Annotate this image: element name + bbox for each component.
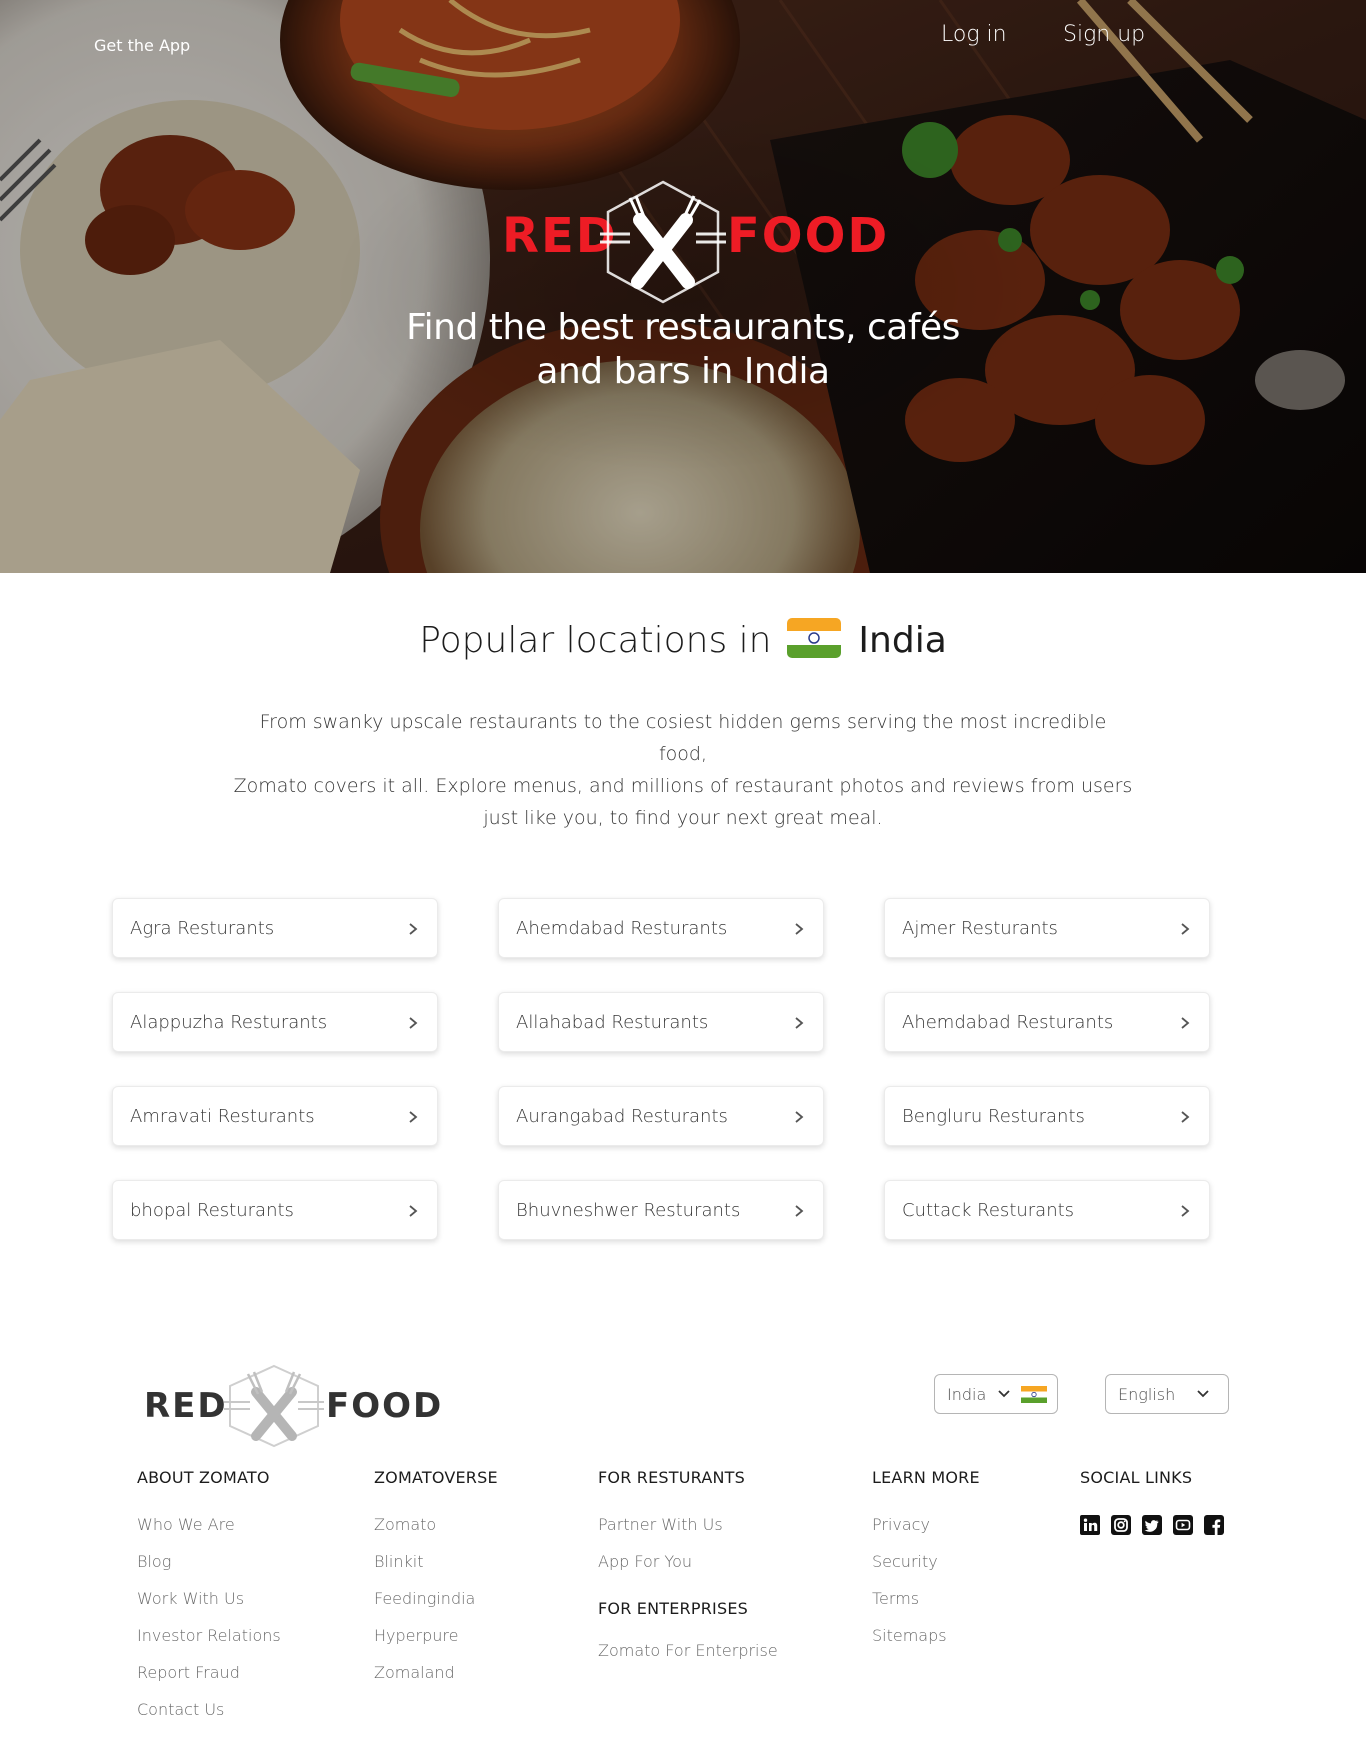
footer-link[interactable]: Investor Relations — [137, 1626, 281, 1663]
description-line-3: just like you, to find your next great m… — [483, 807, 883, 829]
footer-link[interactable]: Who We Are — [137, 1515, 281, 1552]
twitter-icon[interactable] — [1142, 1515, 1162, 1535]
popular-title-country: India — [858, 620, 947, 661]
footer-heading-restaurants: FOR RESTURANTS — [598, 1468, 745, 1487]
footer-link[interactable]: Report Fraud — [137, 1663, 281, 1700]
brand-logo: RED FOOD — [0, 178, 1366, 306]
country-select-value: India — [947, 1385, 987, 1404]
footer-heading-learn-more: LEARN MORE — [872, 1468, 980, 1487]
facebook-icon[interactable] — [1204, 1515, 1224, 1535]
location-card[interactable]: Ajmer Resturants — [884, 898, 1210, 958]
location-card[interactable]: Cuttack Resturants — [884, 1180, 1210, 1240]
footer-link[interactable]: Security — [872, 1552, 980, 1589]
location-label: Cuttack Resturants — [902, 1200, 1075, 1221]
location-card[interactable]: Agra Resturants — [112, 898, 438, 958]
footer-link[interactable]: Partner With Us — [598, 1515, 778, 1552]
country-select[interactable]: India — [934, 1374, 1058, 1414]
footer-link[interactable]: Zomato — [374, 1515, 498, 1552]
footer-link[interactable]: Blinkit — [374, 1552, 498, 1589]
footer-fork-cross-icon — [224, 1364, 324, 1448]
tagline-line-2: and bars in India — [536, 351, 830, 392]
fork-cross-logo-icon — [600, 180, 726, 304]
footer-link[interactable]: Feedingindia — [374, 1589, 498, 1626]
location-card[interactable]: Allahabad Resturants — [498, 992, 824, 1052]
chevron-right-icon — [795, 1017, 804, 1029]
location-label: Ahemdabad Resturants — [516, 918, 728, 939]
footer-link[interactable]: Privacy — [872, 1515, 980, 1552]
location-label: Amravati Resturants — [130, 1106, 315, 1127]
youtube-icon[interactable] — [1173, 1515, 1193, 1535]
chevron-right-icon — [409, 1205, 418, 1217]
location-card[interactable]: Bhuvneshwer Resturants — [498, 1180, 824, 1240]
footer-link[interactable]: Terms — [872, 1589, 980, 1626]
footer-link[interactable]: Hyperpure — [374, 1626, 498, 1663]
footer-column-zomatoverse: ZOMATOVERSE Zomato Blinkit Feedingindia … — [374, 1468, 498, 1700]
location-label: Alappuzha Resturants — [130, 1012, 328, 1033]
location-label: Ahemdabad Resturants — [902, 1012, 1114, 1033]
linkedin-icon[interactable] — [1080, 1515, 1100, 1535]
location-card[interactable]: Bengluru Resturants — [884, 1086, 1210, 1146]
footer-heading-about: ABOUT ZOMATO — [137, 1468, 270, 1487]
chevron-right-icon — [1181, 1017, 1190, 1029]
location-label: bhopal Resturants — [130, 1200, 294, 1221]
instagram-icon[interactable] — [1111, 1515, 1131, 1535]
footer-brand-word-red: RED — [144, 1386, 228, 1426]
location-label: Agra Resturants — [130, 918, 275, 939]
description-line-1: From swanky upscale restaurants to the c… — [259, 711, 1107, 765]
footer-heading-social: SOCIAL LINKS — [1080, 1468, 1193, 1487]
footer-link[interactable]: Zomato For Enterprise — [598, 1641, 778, 1678]
description-line-2: Zomato covers it all. Explore menus, and… — [233, 775, 1133, 797]
footer-column-social: SOCIAL LINKS — [1080, 1468, 1224, 1535]
hero-banner: Get the App Log in Sign up RED FOOD Find… — [0, 0, 1366, 573]
language-select[interactable]: English — [1105, 1374, 1229, 1414]
location-label: Aurangabad Resturants — [516, 1106, 728, 1127]
footer-link[interactable]: Contact Us — [137, 1700, 281, 1737]
footer-link[interactable]: App For You — [598, 1552, 778, 1589]
location-card[interactable]: Alappuzha Resturants — [112, 992, 438, 1052]
location-label: Ajmer Resturants — [902, 918, 1058, 939]
location-card[interactable]: bhopal Resturants — [112, 1180, 438, 1240]
chevron-down-icon — [1197, 1390, 1209, 1398]
chevron-right-icon — [795, 1111, 804, 1123]
footer-link[interactable]: Blog — [137, 1552, 281, 1589]
location-card[interactable]: Ahemdabad Resturants — [498, 898, 824, 958]
footer-link[interactable]: Work With Us — [137, 1589, 281, 1626]
chevron-right-icon — [1181, 1111, 1190, 1123]
popular-locations-title: Popular locations in India — [0, 618, 1366, 661]
chevron-right-icon — [795, 923, 804, 935]
chevron-right-icon — [409, 923, 418, 935]
location-label: Allahabad Resturants — [516, 1012, 709, 1033]
footer-column-learn-more: LEARN MORE Privacy Security Terms Sitema… — [872, 1468, 980, 1663]
chevron-down-icon — [998, 1390, 1010, 1398]
location-card[interactable]: Amravati Resturants — [112, 1086, 438, 1146]
footer-link[interactable]: Zomaland — [374, 1663, 498, 1700]
footer-brand-word-food: FOOD — [326, 1386, 444, 1426]
popular-title-prefix: Popular locations in — [419, 620, 772, 661]
india-flag-icon — [786, 618, 841, 658]
social-links — [1080, 1515, 1224, 1535]
location-label: Bhuvneshwer Resturants — [516, 1200, 741, 1221]
hero-tagline: Find the best restaurants, cafés and bar… — [0, 306, 1366, 394]
popular-description: From swanky upscale restaurants to the c… — [233, 706, 1133, 834]
footer-heading-enterprises: FOR ENTERPRISES — [598, 1599, 748, 1618]
india-flag-small-icon — [1021, 1386, 1047, 1403]
location-card[interactable]: Ahemdabad Resturants — [884, 992, 1210, 1052]
footer-heading-zomatoverse: ZOMATOVERSE — [374, 1468, 498, 1487]
footer-column-restaurants: FOR RESTURANTS Partner With Us App For Y… — [598, 1468, 778, 1678]
footer-link[interactable]: Sitemaps — [872, 1626, 980, 1663]
chevron-right-icon — [1181, 1205, 1190, 1217]
get-the-app-link[interactable]: Get the App — [94, 36, 190, 55]
language-select-value: English — [1118, 1385, 1176, 1404]
footer-column-about: ABOUT ZOMATO Who We Are Blog Work With U… — [137, 1468, 281, 1737]
chevron-right-icon — [409, 1017, 418, 1029]
signup-link[interactable]: Sign up — [1063, 22, 1145, 47]
chevron-right-icon — [795, 1205, 804, 1217]
login-link[interactable]: Log in — [941, 22, 1007, 47]
brand-word-food: FOOD — [727, 208, 890, 264]
tagline-line-1: Find the best restaurants, cafés — [406, 307, 960, 348]
chevron-right-icon — [409, 1111, 418, 1123]
location-card[interactable]: Aurangabad Resturants — [498, 1086, 824, 1146]
location-label: Bengluru Resturants — [902, 1106, 1085, 1127]
chevron-right-icon — [1181, 923, 1190, 935]
